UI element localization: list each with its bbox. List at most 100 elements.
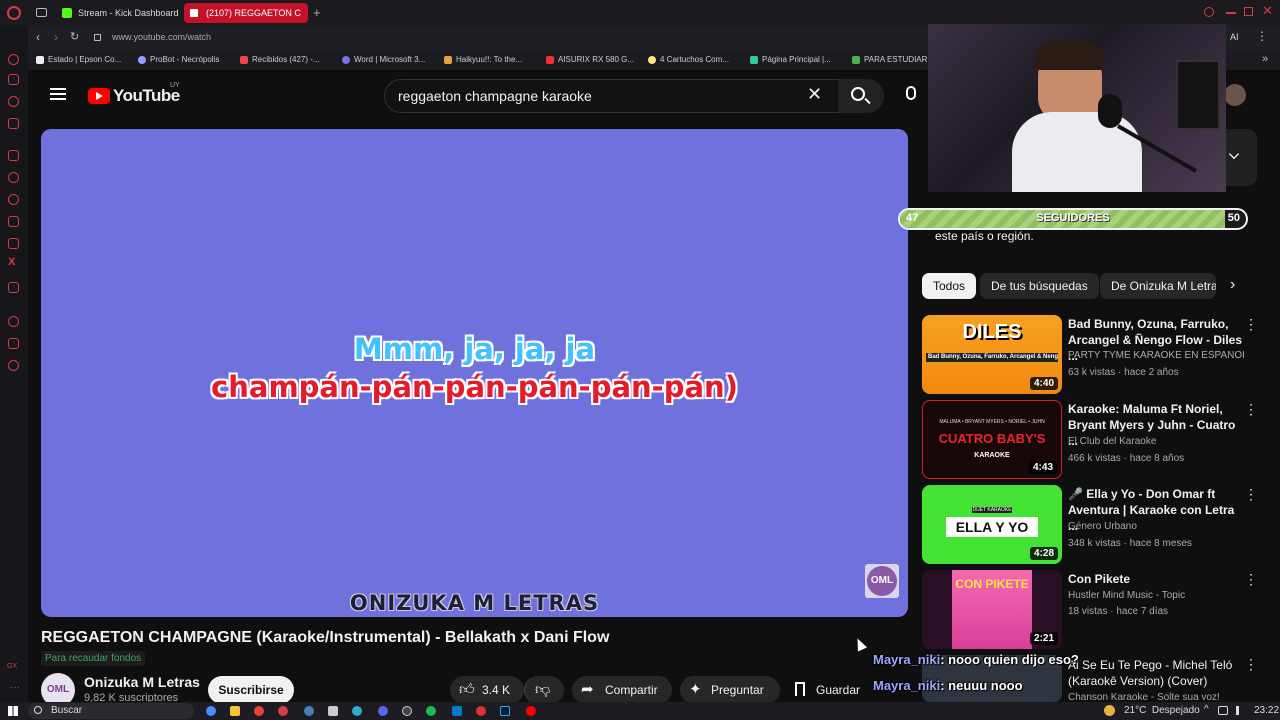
- steam-icon[interactable]: [304, 706, 314, 716]
- lyric-line-1: Mmm, ja, ja, ja: [353, 332, 596, 366]
- weather-text[interactable]: 21°C Despejado: [1124, 705, 1200, 716]
- bookmark-item[interactable]: Página Principal |...: [750, 54, 831, 66]
- recommendation-title[interactable]: Ai Se Eu Te Pego - Michel Teló (Karaokê …: [1068, 657, 1244, 689]
- sidebar-gx-icon[interactable]: GX: [7, 663, 17, 670]
- search-input[interactable]: reggaeton champagne karaoke ✕: [384, 79, 868, 113]
- tab-kick-dashboard[interactable]: Stream - Kick Dashboard: [56, 3, 180, 23]
- obs-icon[interactable]: [402, 706, 412, 716]
- sidebar-messenger2-icon[interactable]: [8, 172, 19, 183]
- video-thumbnail[interactable]: DUET KARAOKE ELLA Y YO 4:28: [922, 485, 1062, 564]
- share-button[interactable]: ➦ Compartir: [572, 676, 672, 704]
- workspaces-icon[interactable]: [36, 8, 47, 17]
- url-text[interactable]: www.youtube.com/watch: [112, 32, 211, 42]
- tab-youtube[interactable]: (2107) REGGAETON C: [184, 3, 308, 23]
- new-tab-button[interactable]: +: [313, 5, 321, 20]
- recommendation-channel[interactable]: PARTY TYME KARAOKE EN ESPAÑOL: [1068, 350, 1244, 361]
- menu-dots-icon[interactable]: ⋮: [1256, 29, 1268, 43]
- recommendation-channel[interactable]: El Club del Karaoke: [1068, 436, 1244, 447]
- start-button-icon[interactable]: [8, 706, 18, 716]
- close-window-button[interactable]: ✕: [1262, 3, 1273, 19]
- more-options-icon[interactable]: ⋮: [1244, 656, 1258, 673]
- like-button[interactable]: 👍︎ 3.4 K: [450, 676, 524, 704]
- clear-search-icon[interactable]: ✕: [807, 84, 822, 105]
- recommendation-channel[interactable]: Hustler Mind Music - Topic: [1068, 590, 1244, 601]
- recommendation-title[interactable]: Con Pikete: [1068, 571, 1244, 587]
- chips-next-icon[interactable]: ›: [1230, 276, 1235, 294]
- more-options-icon[interactable]: ⋮: [1244, 316, 1258, 333]
- search-tabs-icon[interactable]: [1204, 7, 1214, 17]
- bookmark-item[interactable]: Word | Microsoft 3...: [342, 54, 425, 66]
- video-thumbnail[interactable]: CON PIKETE 2:21: [922, 570, 1062, 649]
- sidebar-music-icon[interactable]: [8, 118, 19, 129]
- camera-icon[interactable]: [476, 706, 486, 716]
- sidebar-settings-icon[interactable]: [8, 360, 19, 371]
- channel-name[interactable]: Onizuka M Letras: [84, 674, 200, 690]
- file-explorer-icon[interactable]: [230, 706, 240, 716]
- sidebar-x-icon[interactable]: X: [8, 256, 15, 268]
- forward-icon[interactable]: ›: [54, 30, 58, 44]
- duration-badge: 4:40: [1029, 377, 1058, 390]
- subscribe-button[interactable]: Suscribirse: [208, 676, 294, 704]
- clock[interactable]: 23:22: [1254, 705, 1279, 716]
- sidebar-whatsapp-icon[interactable]: [8, 194, 19, 205]
- sidebar-download-icon[interactable]: [8, 338, 19, 349]
- discord-icon[interactable]: [378, 706, 388, 716]
- dislike-button[interactable]: 👎︎: [524, 676, 564, 704]
- taskbar-search[interactable]: Buscar: [28, 703, 194, 719]
- chrome-icon[interactable]: [254, 706, 264, 716]
- sidebar-twitch-icon[interactable]: [8, 150, 19, 161]
- sidebar-aria-icon[interactable]: [8, 54, 19, 65]
- bookmarks-overflow-icon[interactable]: »: [1262, 53, 1268, 65]
- bookmark-item[interactable]: AISURIX RX 580 G...: [546, 54, 634, 66]
- channel-watermark-badge[interactable]: OML: [865, 564, 899, 598]
- sidebar-messenger-icon[interactable]: [8, 96, 19, 107]
- chip-todos[interactable]: Todos: [922, 273, 977, 299]
- video-thumbnail[interactable]: MALUMA • BRYANT MYERS • NORIEL • JUHN CU…: [922, 400, 1062, 479]
- avatar[interactable]: [1224, 84, 1246, 106]
- photoshop-icon[interactable]: [500, 706, 510, 716]
- sidebar-bag-icon[interactable]: [8, 74, 19, 85]
- chip-de-onizuka[interactable]: De Onizuka M Letra: [1100, 273, 1216, 299]
- opera-gx-icon[interactable]: [278, 706, 288, 716]
- youtube-app-icon[interactable]: [526, 706, 536, 716]
- more-options-icon[interactable]: ⋮: [1244, 401, 1258, 418]
- spotify-icon[interactable]: [426, 706, 436, 716]
- reload-icon[interactable]: ↻: [70, 30, 79, 43]
- minimize-button[interactable]: [1226, 12, 1236, 14]
- save-button[interactable]: Guardar: [786, 676, 870, 704]
- tray-chevron-icon[interactable]: ^: [1204, 704, 1209, 715]
- sidebar-telegram-icon[interactable]: [8, 216, 19, 227]
- ask-button[interactable]: ✦ Preguntar: [680, 676, 780, 704]
- sidebar-more-icon[interactable]: ···: [10, 682, 20, 693]
- voice-search-icon[interactable]: [906, 86, 916, 100]
- sidebar-discord-icon[interactable]: [8, 282, 19, 293]
- bookmark-item[interactable]: Haikyuu!!: To the...: [444, 54, 522, 66]
- volume-icon[interactable]: [1236, 706, 1244, 715]
- bookmark-item[interactable]: ProBot - Necrópolis: [138, 54, 219, 66]
- maximize-button[interactable]: [1244, 7, 1253, 16]
- more-options-icon[interactable]: ⋮: [1244, 486, 1258, 503]
- opera-logo-icon[interactable]: [7, 6, 21, 20]
- copilot-icon[interactable]: [206, 706, 216, 716]
- vscode-icon[interactable]: [452, 706, 462, 716]
- bookmark-item[interactable]: PARA ESTUDIAR: [852, 54, 927, 66]
- bookmark-item[interactable]: Estado | Epson Co...: [36, 54, 121, 66]
- sidebar-instagram-icon[interactable]: [8, 238, 19, 249]
- more-options-icon[interactable]: ⋮: [1244, 571, 1258, 588]
- video-player[interactable]: Mmm, ja, ja, ja champán-pán-pán-pán-pán-…: [41, 129, 908, 617]
- chip-de-tus-busquedas[interactable]: De tus búsquedas: [980, 273, 1099, 299]
- edge-icon[interactable]: [352, 706, 362, 716]
- network-icon[interactable]: [1218, 706, 1228, 715]
- followers-label: SEGUIDORES: [1036, 212, 1110, 224]
- ai-button[interactable]: AI: [1230, 32, 1239, 42]
- sidebar-history-icon[interactable]: [8, 316, 19, 327]
- recommendation-channel[interactable]: Género Urbano: [1068, 521, 1244, 532]
- bookmark-item[interactable]: Recibidos (427) -...: [240, 54, 320, 66]
- back-icon[interactable]: ‹: [36, 30, 40, 44]
- bookmark-item[interactable]: 4 Cartuchos Com...: [648, 54, 729, 66]
- fundraise-badge[interactable]: Para recaudar fondos: [41, 651, 146, 666]
- search-button[interactable]: [838, 79, 884, 113]
- sticky-notes-icon[interactable]: [328, 706, 338, 716]
- hamburger-menu-icon[interactable]: [50, 88, 66, 100]
- video-thumbnail[interactable]: DILES Bad Bunny, Ozuna, Farruko, Arcange…: [922, 315, 1062, 394]
